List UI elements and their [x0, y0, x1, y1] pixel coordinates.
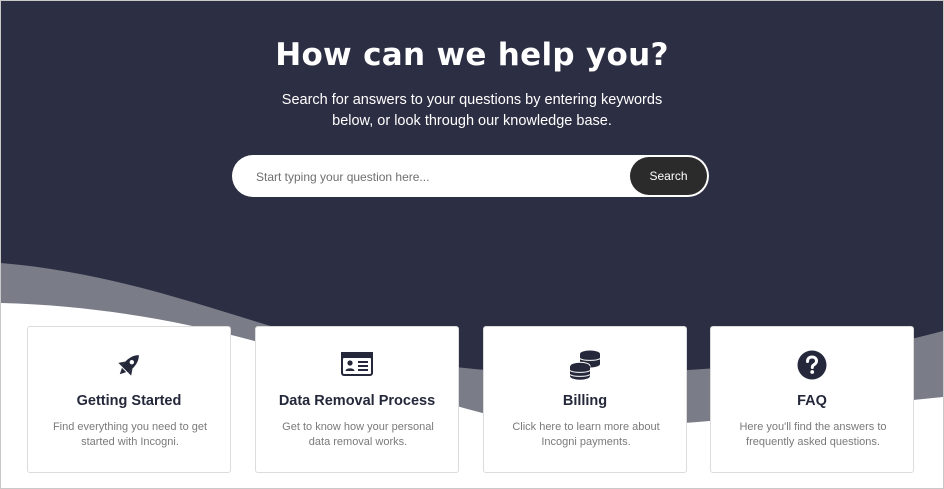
card-description: Find everything you need to get started …: [52, 421, 208, 448]
page-frame: How can we help you? Search for answers …: [0, 0, 944, 489]
page-subtitle: Search for answers to your questions by …: [281, 92, 663, 129]
card-title: Data Removal Process: [278, 393, 436, 409]
page-title: How can we help you?: [275, 37, 669, 73]
search-button[interactable]: Search: [630, 157, 707, 195]
id-card-icon: [256, 349, 458, 381]
search-input[interactable]: [254, 155, 638, 199]
card-getting-started[interactable]: Getting Started Find everything you need…: [27, 326, 231, 473]
card-description: Click here to learn more about Incogni p…: [512, 421, 660, 448]
card-title: FAQ: [797, 393, 827, 409]
search-bar: Search: [232, 155, 709, 199]
card-data-removal-process[interactable]: Data Removal Process Get to know how you…: [255, 326, 459, 473]
card-description: Get to know how your personal data remov…: [282, 421, 434, 448]
card-title: Billing: [562, 393, 608, 409]
rocket-icon: [28, 349, 230, 381]
card-title: Getting Started: [76, 393, 182, 409]
card-description: Here you'll find the answers to frequent…: [739, 421, 887, 448]
card-billing[interactable]: Billing Click here to learn more about I…: [483, 326, 687, 473]
coins-icon: [484, 349, 686, 381]
card-faq[interactable]: FAQ Here you'll find the answers to freq…: [710, 326, 914, 473]
question-circle-icon: [711, 349, 913, 381]
